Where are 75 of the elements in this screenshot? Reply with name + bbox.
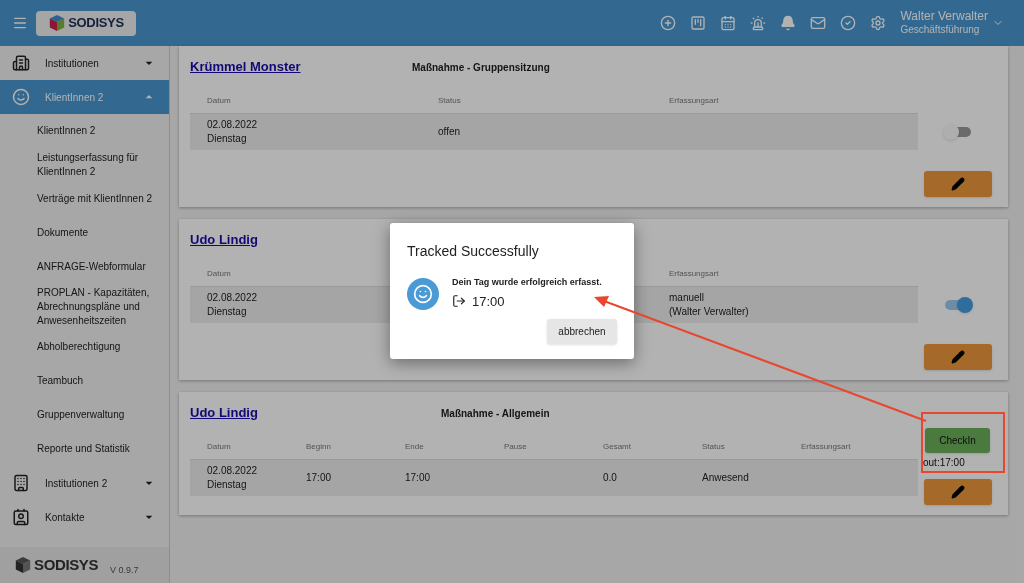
pencil-icon (950, 177, 965, 191)
dialog-title: Tracked Successfully (407, 242, 540, 261)
toggle-switch[interactable] (944, 300, 971, 310)
check-in-button[interactable]: CheckIn (925, 428, 990, 453)
table-cell: offen (438, 125, 461, 139)
column-header: Status (702, 441, 725, 451)
sidebar-sub-item[interactable]: Teambuch (37, 374, 84, 388)
column-header: Datum (207, 268, 231, 278)
smiley-avatar-icon (407, 277, 439, 310)
sidebar-sub-item[interactable]: Verträge mit KlientInnen 2 (37, 192, 153, 206)
logo-badge[interactable]: SODISYS (36, 10, 136, 36)
menu-icon[interactable] (12, 15, 28, 31)
logo-cube-icon (48, 14, 67, 32)
cancel-button[interactable]: abbrechen (547, 319, 617, 344)
sidebar-group-item[interactable]: Institutionen 2 (0, 466, 169, 500)
table-cell: 0.0 (603, 471, 617, 485)
column-header: Datum (207, 441, 231, 451)
contact-card-icon (12, 508, 30, 526)
edit-button[interactable] (923, 479, 992, 505)
edit-button[interactable] (923, 171, 992, 197)
settings-icon[interactable] (870, 15, 887, 31)
toggle-switch[interactable] (944, 127, 971, 137)
bell-icon[interactable] (780, 15, 797, 31)
column-header: Erfassungsart (801, 441, 851, 451)
measure-title: Maßnahme - Gruppensitzung (412, 60, 550, 75)
sidebar-sub-item[interactable]: KlientInnen 2 (37, 124, 96, 138)
column-header: Datum (207, 95, 231, 105)
column-header: Ende (405, 441, 424, 451)
checkout-time: 17:00 (472, 292, 505, 311)
pencil-icon (950, 350, 965, 364)
measure-title: Maßnahme - Allgemein (441, 406, 550, 421)
table-cell: 17:00 (306, 471, 332, 485)
logo-text: SODISYS (68, 14, 124, 33)
check-circle-icon[interactable] (840, 15, 857, 31)
column-header: Gesamt (603, 441, 631, 451)
user-name: Walter Verwalter (900, 9, 988, 23)
sidebar-sub-item[interactable]: Leistungserfassung für KlientInnen 2 (37, 151, 161, 179)
client-name-link[interactable]: Krümmel Monster (190, 57, 412, 77)
sidebar-sub-item[interactable]: PROPLAN - Kapazitäten, Abrechnungspläne und Anwesenheitszeiten (37, 286, 161, 328)
table-cell: manuell (Walter Verwalter) (669, 291, 749, 319)
table-cell: Anwesend (702, 471, 749, 485)
sidebar-sub-item[interactable]: Dokumente (37, 226, 89, 240)
alarm-light-icon[interactable] (750, 15, 767, 31)
table-cell: 02.08.2022 Dienstag (207, 118, 258, 146)
mail-icon[interactable] (810, 15, 827, 31)
table-cell: 17:00 (405, 471, 431, 485)
table-cell: 02.08.2022 Dienstag (207, 464, 258, 492)
sidebar-sub-item[interactable]: Gruppenverwaltung (37, 408, 125, 422)
column-header: Erfassungsart (669, 95, 719, 105)
add-icon[interactable] (660, 15, 677, 31)
user-role: Geschäftsführung (900, 23, 981, 37)
column-header: Erfassungsart (669, 268, 719, 278)
buildings-icon (12, 54, 30, 72)
column-header: Pause (504, 441, 527, 451)
edit-button[interactable] (923, 344, 992, 370)
sidebar-sub-item[interactable]: Reporte und Statistik (37, 442, 130, 456)
sidebar-sub-item[interactable]: Abholberechtigung (37, 340, 121, 354)
smiley-icon (12, 88, 30, 106)
column-header: Beginn (306, 441, 331, 451)
sidebar-group-item[interactable]: Institutionen (0, 46, 169, 80)
calendar-icon[interactable] (720, 15, 737, 31)
pencil-icon (950, 485, 965, 499)
sidebar-group-item[interactable]: Kontakte (0, 500, 169, 534)
client-name-link[interactable]: Udo Lindig (190, 403, 441, 423)
logo-cube-icon (14, 556, 32, 574)
column-header: Status (438, 95, 461, 105)
sidebar-sub-item[interactable]: ANFRAGE-Webformular (37, 260, 146, 274)
version-label: V 0.9.7 (110, 564, 139, 578)
board-icon[interactable] (690, 15, 707, 31)
checkout-time: out:17:00 (923, 457, 965, 469)
exit-icon (452, 294, 466, 309)
dialog-message: Dein Tag wurde erfolgreich erfasst. (452, 276, 602, 289)
footer-logo-text: SODISYS (34, 554, 99, 575)
table-cell: 02.08.2022 Dienstag (207, 291, 258, 319)
building-icon (12, 474, 30, 492)
